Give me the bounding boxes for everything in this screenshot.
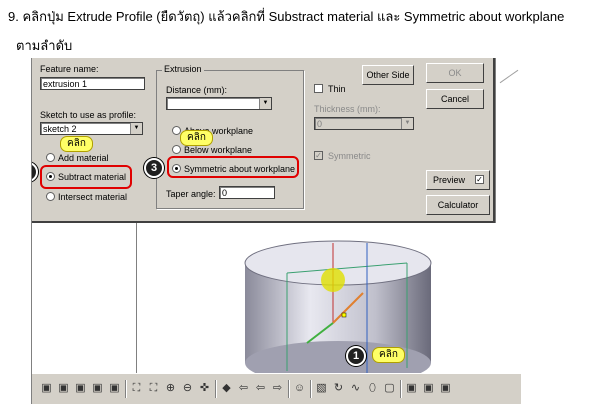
box-icon[interactable]: ▣ <box>439 382 452 395</box>
taper-label: Taper angle: <box>166 189 216 199</box>
thickness-label: Thickness (mm): <box>314 104 381 114</box>
extrude-icon[interactable]: ▧ <box>315 382 328 395</box>
thin-label: Thin <box>328 84 346 94</box>
thickness-input: 0 ▼ <box>314 117 414 130</box>
box-icon[interactable]: ▣ <box>74 382 87 395</box>
sketch-select[interactable]: sketch 2 ▼ <box>40 122 143 135</box>
pan-icon[interactable]: ✜ <box>198 382 211 395</box>
below-workplane-label: Below workplane <box>184 145 253 155</box>
zoom-out-icon[interactable]: ⊖ <box>181 382 194 395</box>
subtract-highlight <box>40 165 132 189</box>
cancel-button[interactable]: Cancel <box>426 89 484 109</box>
click-tag-3: คลิก <box>180 130 213 146</box>
toolbar-separator <box>125 380 127 398</box>
cad-screenshot: Feature name: extrusion 1 Sketch to use … <box>31 58 521 404</box>
taper-input[interactable]: 0 <box>219 186 275 199</box>
loft-icon[interactable]: ⬯ <box>366 382 379 395</box>
instruction-line-2: ตามลำดับ <box>16 38 73 53</box>
toolbar-separator <box>288 380 290 398</box>
symmetric-label: Symmetric <box>328 151 371 161</box>
box-icon[interactable]: ▣ <box>108 382 121 395</box>
step-3-badge: 3 <box>144 158 164 178</box>
bottom-toolbar: ▣ ▣ ▣ ▣ ▣ ⛶ ⛶ ⊕ ⊖ ✜ ◆ ⇦ ⇦ ⇨ ☺ ▧ ↻ ∿ ⬯ ▢ ▣ ▣ ▣ <box>32 373 521 404</box>
extrude-profile-dialog: Feature name: extrusion 1 Sketch to use … <box>32 58 495 223</box>
other-side-button[interactable]: Other Side <box>362 65 414 85</box>
box-icon[interactable]: ▣ <box>91 382 104 395</box>
toolbar-separator <box>215 380 217 398</box>
feature-name-input[interactable]: extrusion 1 <box>40 77 145 90</box>
toolbar-separator <box>310 380 312 398</box>
calculator-button[interactable]: Calculator <box>426 195 490 215</box>
symmetric-highlight <box>167 156 299 178</box>
revolve-icon[interactable]: ↻ <box>332 382 345 395</box>
chevron-down-icon[interactable]: ▼ <box>130 123 142 134</box>
intersect-material-radio[interactable] <box>46 192 55 201</box>
box-icon[interactable]: ▣ <box>40 382 53 395</box>
sketch-select-value: sketch 2 <box>43 124 77 134</box>
thin-checkbox[interactable] <box>314 84 323 93</box>
extrusion-group-title: Extrusion <box>162 64 204 74</box>
smiley-icon[interactable]: ☺ <box>293 382 306 395</box>
fit-icon[interactable]: ⛶ <box>130 382 143 395</box>
chevron-down-icon: ▼ <box>401 118 413 129</box>
arrow-left-icon[interactable]: ⇦ <box>237 382 250 395</box>
thickness-value: 0 <box>317 119 323 129</box>
add-material-label: Add material <box>58 153 109 163</box>
zoom-in-icon[interactable]: ⊕ <box>164 382 177 395</box>
fit-icon[interactable]: ⛶ <box>147 382 160 395</box>
symmetric-checkbox: ✓ <box>314 151 323 160</box>
arrow-right-icon[interactable]: ⇨ <box>271 382 284 395</box>
distance-input[interactable]: ▼ <box>166 97 272 110</box>
render-icon[interactable]: ◆ <box>220 382 233 395</box>
cylinder-model <box>244 240 432 385</box>
add-material-radio[interactable] <box>46 153 55 162</box>
arrow-left-icon[interactable]: ⇦ <box>254 382 267 395</box>
ok-button[interactable]: OK <box>426 63 484 83</box>
click-tag-2: คลิก <box>60 136 93 152</box>
chevron-down-icon[interactable]: ▼ <box>259 98 271 109</box>
viewport-strip <box>495 58 521 223</box>
step-1-badge: 1 <box>346 346 366 366</box>
below-workplane-radio[interactable] <box>172 145 181 154</box>
box-icon[interactable]: ▣ <box>405 382 418 395</box>
feature-name-label: Feature name: <box>40 64 99 74</box>
click-tag-1: คลิก <box>372 347 405 363</box>
preview-checkbox[interactable]: ✓ <box>475 175 484 184</box>
intersect-material-label: Intersect material <box>58 192 128 202</box>
3d-viewport[interactable] <box>137 223 521 385</box>
toolbar-separator <box>400 380 402 398</box>
preview-label: Preview <box>433 175 466 185</box>
browser-panel[interactable] <box>32 218 137 373</box>
instruction-line-1: 9. คลิกปุ่ม Extrude Profile (ยืดวัตถุ) แ… <box>8 9 565 24</box>
box-icon[interactable]: ▣ <box>422 382 435 395</box>
sweep-icon[interactable]: ∿ <box>349 382 362 395</box>
box-icon[interactable]: ▣ <box>57 382 70 395</box>
shell-icon[interactable]: ▢ <box>383 382 396 395</box>
sketch-label: Sketch to use as profile: <box>40 110 137 120</box>
distance-label: Distance (mm): <box>166 85 228 95</box>
